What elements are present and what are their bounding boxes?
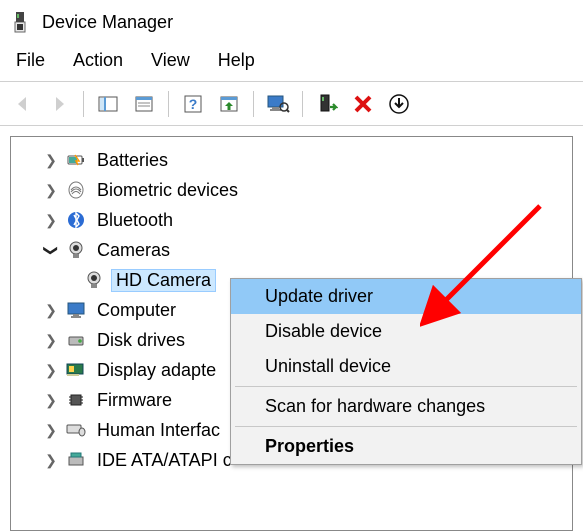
toolbar-help[interactable]: ? [178,89,208,119]
properties-icon [133,93,155,115]
tree-label: Display adapte [93,360,220,381]
ctx-scan-hardware[interactable]: Scan for hardware changes [231,389,581,424]
window-title: Device Manager [42,12,173,33]
tree-label: Human Interfac [93,420,224,441]
chevron-right-icon[interactable]: ❯ [43,392,59,409]
update-driver-icon [218,93,240,115]
add-legacy-icon [316,93,338,115]
toolbar-update-driver[interactable] [214,89,244,119]
toolbar-scan-hardware[interactable] [263,89,293,119]
tree-node-batteries[interactable]: ❯ Batteries [11,145,572,175]
tree-node-cameras[interactable]: ❯ Cameras [11,235,572,265]
toolbar-uninstall[interactable] [348,89,378,119]
chevron-right-icon[interactable]: ❯ [43,452,59,469]
ctx-update-driver[interactable]: Update driver [231,279,581,314]
ctx-disable-device[interactable]: Disable device [231,314,581,349]
toolbar-add-legacy[interactable] [312,89,342,119]
bluetooth-icon [63,209,89,231]
menu-action[interactable]: Action [63,46,133,75]
tree-label: Biometric devices [93,180,242,201]
tree-node-bluetooth[interactable]: ❯ Bluetooth [11,205,572,235]
ctx-separator [235,386,577,387]
chevron-right-icon[interactable]: ❯ [43,302,59,319]
remove-icon [388,93,410,115]
window-titlebar: Device Manager [0,0,583,44]
help-icon: ? [182,93,204,115]
toolbar-forward[interactable] [44,89,74,119]
menu-file[interactable]: File [6,46,55,75]
toolbar-properties[interactable] [129,89,159,119]
camera-icon [63,239,89,261]
chevron-right-icon[interactable]: ❯ [43,332,59,349]
toolbar-remove[interactable] [384,89,414,119]
svg-text:?: ? [189,96,198,112]
monitor-icon [63,299,89,321]
chevron-down-icon[interactable]: ❯ [43,242,60,258]
context-menu: Update driver Disable device Uninstall d… [230,278,582,465]
tree-label: Batteries [93,150,172,171]
tree-node-biometric[interactable]: ❯ Biometric devices [11,175,572,205]
ctx-uninstall-device[interactable]: Uninstall device [231,349,581,384]
chevron-right-icon[interactable]: ❯ [43,362,59,379]
console-tree-icon [97,93,119,115]
app-icon [8,10,32,34]
toolbar-console-tree[interactable] [93,89,123,119]
tree-label: HD Camera [111,269,216,292]
gpu-icon [63,359,89,381]
toolbar-back[interactable] [8,89,38,119]
uninstall-icon [352,93,374,115]
ctx-properties[interactable]: Properties [231,429,581,464]
fingerprint-icon [63,179,89,201]
scan-hardware-icon [266,93,290,115]
chip-icon [63,389,89,411]
tree-label: Computer [93,300,180,321]
tree-label: Cameras [93,240,174,261]
battery-icon [63,149,89,171]
camera-icon [81,269,107,291]
menu-view[interactable]: View [141,46,200,75]
menubar: File Action View Help [0,44,583,81]
back-icon [12,93,34,115]
ctx-separator [235,426,577,427]
disk-icon [63,329,89,351]
tree-label: Disk drives [93,330,189,351]
hid-icon [63,419,89,441]
chevron-right-icon[interactable]: ❯ [43,152,59,169]
ide-icon [63,449,89,471]
forward-icon [48,93,70,115]
toolbar: ? [0,82,583,126]
chevron-right-icon[interactable]: ❯ [43,422,59,439]
menu-help[interactable]: Help [208,46,265,75]
tree-label: Firmware [93,390,176,411]
chevron-right-icon[interactable]: ❯ [43,182,59,199]
tree-label: Bluetooth [93,210,177,231]
tree-label: IDE ATA/ATAPI c [93,450,236,471]
chevron-right-icon[interactable]: ❯ [43,212,59,229]
